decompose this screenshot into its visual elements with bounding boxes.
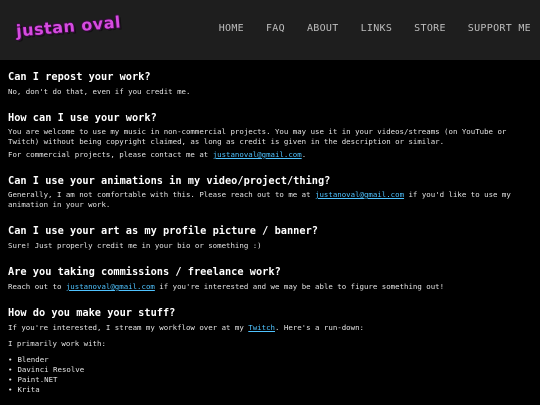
answer-text: Generally, I am not comfortable with thi… [8, 190, 316, 199]
faq-item-profile-picture: Can I use your art as my profile picture… [8, 224, 532, 251]
faq-question: How can I use your work? [8, 112, 157, 124]
nav-support-me[interactable]: SUPPORT ME [468, 23, 531, 34]
list-item: Paint.NET [8, 375, 532, 385]
tools-list: Blender Davinci Resolve Paint.NET Krita [8, 355, 532, 395]
email-link[interactable]: justanoval@gmail.com [66, 282, 155, 291]
answer-text: If you're interested, I stream my workfl… [8, 323, 249, 332]
faq-question: Are you taking commissions / freelance w… [8, 266, 281, 278]
faq-answer: Sure! Just properly credit me in your bi… [8, 241, 262, 250]
email-link[interactable]: justanoval@gmail.com [213, 150, 302, 159]
list-item: Krita [8, 385, 532, 395]
twitch-link[interactable]: Twitch [248, 323, 275, 332]
faq-item-commissions: Are you taking commissions / freelance w… [8, 265, 532, 292]
list-item: Davinci Resolve [8, 365, 532, 375]
faq-answer-commercial: For commercial projects, please contact … [8, 150, 532, 160]
faq-answer: You are welcome to use my music in non-c… [8, 127, 507, 146]
nav-faq[interactable]: FAQ [266, 23, 285, 34]
faq-question: How do you make your stuff? [8, 307, 176, 319]
nav-store[interactable]: STORE [414, 23, 446, 34]
email-link[interactable]: justanoval@gmail.com [315, 190, 404, 199]
faq-content: Can I repost your work? No, don't do tha… [8, 70, 532, 395]
faq-item-repost: Can I repost your work? No, don't do tha… [8, 70, 532, 97]
site-logo[interactable]: justan oval [15, 12, 121, 40]
nav-links[interactable]: LINKS [361, 23, 393, 34]
site-header: justan oval HOME FAQ ABOUT LINKS STORE S… [0, 0, 540, 60]
faq-item-usage: How can I use your work? You are welcome… [8, 111, 532, 160]
answer-text: . [301, 150, 307, 159]
answer-text: For commercial projects, please contact … [8, 150, 213, 159]
faq-answer-tools-intro: I primarily work with: [8, 339, 106, 348]
nav-about[interactable]: ABOUT [307, 23, 339, 34]
faq-answer: If you're interested, I stream my workfl… [8, 323, 532, 333]
faq-answer: Reach out to justanoval@gmail.com if you… [8, 282, 532, 292]
faq-item-animations: Can I use your animations in my video/pr… [8, 174, 532, 210]
faq-answer: Generally, I am not comfortable with thi… [8, 190, 532, 210]
faq-question: Can I repost your work? [8, 71, 151, 83]
list-item: Blender [8, 355, 532, 365]
nav-home[interactable]: HOME [219, 23, 244, 34]
faq-question: Can I use your animations in my video/pr… [8, 175, 331, 187]
faq-item-workflow: How do you make your stuff? If you're in… [8, 306, 532, 395]
main-nav: HOME FAQ ABOUT LINKS STORE SUPPORT ME [197, 23, 531, 34]
faq-answer: No, don't do that, even if you credit me… [8, 87, 191, 96]
answer-text: Reach out to [8, 282, 66, 291]
faq-question: Can I use your art as my profile picture… [8, 225, 318, 237]
answer-text: . Here's a run-down: [274, 323, 364, 332]
answer-text: if you're interested and we may be able … [154, 282, 445, 291]
